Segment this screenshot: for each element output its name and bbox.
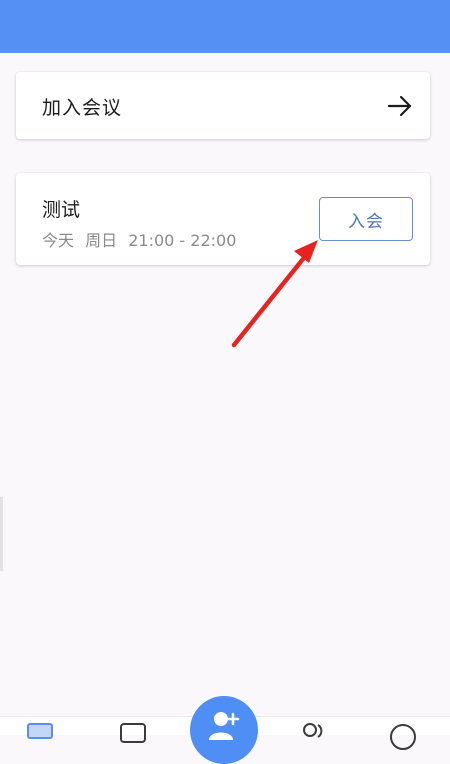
meeting-title: 测试 (42, 199, 81, 221)
video-meeting-icon[interactable] (27, 723, 53, 739)
meeting-card[interactable]: 测试 今天 周日 21:00 - 22:00 入会 (16, 173, 430, 265)
join-meeting-button[interactable]: 入会 (319, 197, 413, 241)
top-header-bar (0, 0, 450, 53)
side-drag-handle[interactable] (0, 497, 3, 571)
meeting-time: 今天 周日 21:00 - 22:00 (42, 227, 236, 251)
chat-icon[interactable] (120, 723, 146, 743)
meeting-time-range: 21:00 - 22:00 (128, 231, 237, 250)
meeting-weekday: 周日 (85, 231, 118, 250)
contacts-icon[interactable] (300, 721, 328, 743)
add-contact-button[interactable] (190, 696, 258, 764)
meeting-day: 今天 (42, 231, 75, 250)
join-meeting-label: 加入会议 (42, 97, 123, 119)
add-contact-icon (209, 712, 240, 740)
join-meeting-card[interactable]: 加入会议 (16, 72, 430, 139)
profile-icon[interactable] (390, 724, 416, 750)
arrow-right-icon (387, 95, 412, 117)
